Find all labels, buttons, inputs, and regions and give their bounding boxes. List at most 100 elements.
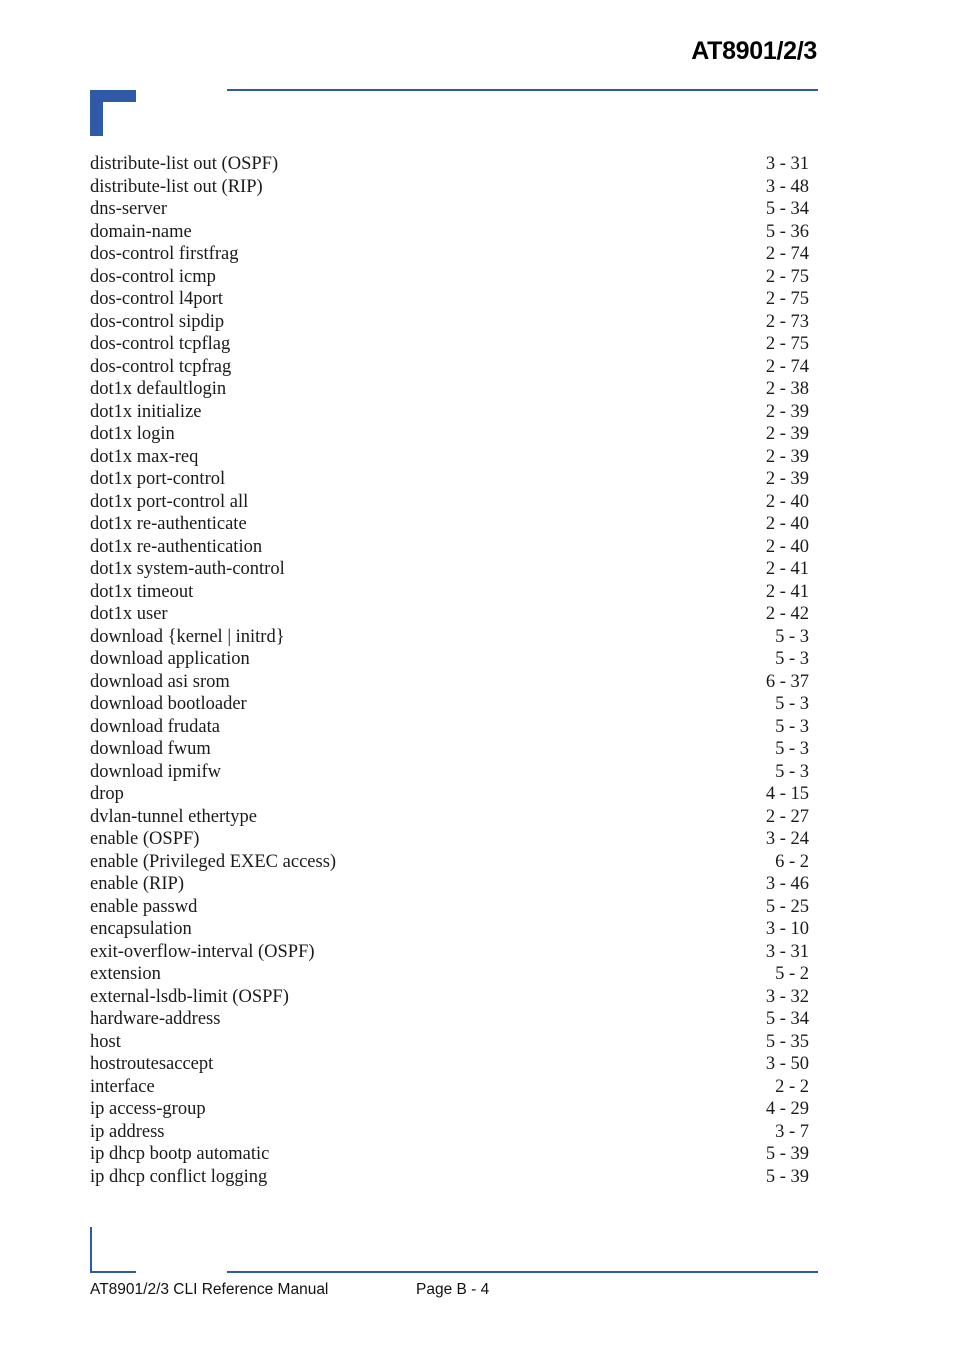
- index-page-ref: 4 - 15: [765, 784, 809, 804]
- index-term: dos-control sipdip: [90, 311, 225, 332]
- index-page-ref: 5 - 2: [775, 964, 809, 984]
- index-entry: domain-name 5 - 36: [90, 221, 809, 244]
- index-entry: dos-control firstfrag 2 - 74: [90, 243, 809, 266]
- index-page-ref: 2 - 40: [765, 536, 809, 557]
- index-term: interface: [90, 1076, 155, 1097]
- index-page-ref: 5 - 3: [775, 739, 809, 759]
- index-term: hardware-address: [90, 1009, 221, 1029]
- index-entry: dns-server 5 - 34: [90, 198, 809, 221]
- index-page-ref: 3 - 50: [765, 1054, 809, 1074]
- index-page-ref: 3 - 31: [765, 941, 809, 962]
- index-entry: dot1x re-authentication 2 - 40: [90, 536, 809, 559]
- index-list: distribute-list out (OSPF) 3 - 31 distribu…: [90, 153, 809, 1188]
- index-page-ref: 3 - 31: [765, 154, 809, 174]
- index-page-ref: 3 - 10: [765, 919, 809, 939]
- index-page-ref: 6 - 37: [765, 671, 809, 692]
- index-term: extension: [90, 964, 161, 984]
- index-entry: exit-overflow-interval (OSPF) 3 - 31: [90, 941, 809, 964]
- index-entry: dot1x login 2 - 39: [90, 423, 809, 446]
- index-term: distribute-list out (RIP): [90, 176, 263, 197]
- index-term: download ipmifw: [90, 761, 222, 782]
- index-entry: dot1x initialize 2 - 39: [90, 401, 809, 424]
- index-entry: dot1x re-authenticate 2 - 40: [90, 513, 809, 536]
- index-page-ref: 2 - 41: [765, 559, 809, 579]
- index-entry: ip address 3 - 7: [90, 1121, 809, 1144]
- index-entry: external-lsdb-limit (OSPF) 3 - 32: [90, 986, 809, 1009]
- index-page-ref: 2 - 27: [765, 806, 809, 827]
- index-term: domain-name: [90, 221, 192, 242]
- index-page-ref: 5 - 36: [765, 221, 809, 242]
- index-term: ip dhcp bootp automatic: [90, 1144, 270, 1164]
- index-entry: dot1x defaultlogin 2 - 38: [90, 378, 809, 401]
- index-entry: host 5 - 35: [90, 1031, 809, 1054]
- index-entry: dos-control sipdip 2 - 73: [90, 311, 809, 334]
- index-term: dos-control tcpflag: [90, 334, 231, 354]
- index-term: external-lsdb-limit (OSPF): [90, 986, 289, 1007]
- index-term: enable (Privileged EXEC access): [90, 851, 337, 872]
- index-entry: drop 4 - 15: [90, 783, 809, 806]
- index-entry: distribute-list out (OSPF) 3 - 31: [90, 153, 809, 176]
- index-page-ref: 5 - 3: [775, 716, 809, 737]
- index-entry: download bootloader 5 - 3: [90, 693, 809, 716]
- index-page-ref: 3 - 48: [765, 176, 809, 197]
- index-page-ref: 5 - 34: [765, 199, 809, 219]
- index-entry: dos-control tcpfrag 2 - 74: [90, 356, 809, 379]
- corner-mark-bottom: [90, 1271, 136, 1273]
- index-term: download frudata: [90, 716, 220, 737]
- index-entry: dot1x user 2 - 42: [90, 603, 809, 626]
- index-entry: hardware-address 5 - 34: [90, 1008, 809, 1031]
- index-term: hostroutesaccept: [90, 1054, 214, 1074]
- index-page-ref: 2 - 39: [765, 424, 809, 444]
- index-entry: dos-control tcpflag 2 - 75: [90, 333, 809, 356]
- index-term: ip access-group: [90, 1099, 206, 1119]
- index-term: dot1x port-control all: [90, 491, 249, 512]
- index-term: dot1x max-req: [90, 446, 199, 467]
- index-term: host: [90, 1031, 121, 1052]
- index-page-ref: 5 - 39: [765, 1166, 809, 1187]
- index-term: distribute-list out (OSPF): [90, 154, 279, 174]
- index-page-ref: 5 - 3: [775, 649, 809, 669]
- index-page-ref: 2 - 40: [765, 491, 809, 512]
- index-page-ref: 5 - 3: [775, 694, 809, 714]
- index-page-ref: 2 - 39: [765, 469, 809, 489]
- index-entry: hostroutesaccept 3 - 50: [90, 1053, 809, 1076]
- index-entry: dos-control l4port 2 - 75: [90, 288, 809, 311]
- index-term: enable (OSPF): [90, 829, 200, 849]
- index-term: ip dhcp conflict logging: [90, 1166, 268, 1187]
- index-term: dos-control firstfrag: [90, 244, 239, 264]
- index-page-ref: 3 - 32: [765, 986, 809, 1007]
- index-term: drop: [90, 784, 124, 804]
- index-term: dot1x initialize: [90, 401, 202, 422]
- index-page-ref: 2 - 41: [765, 581, 809, 602]
- corner-mark-top-vertical: [90, 90, 103, 136]
- index-page-ref: 3 - 46: [765, 874, 809, 894]
- index-term: dot1x timeout: [90, 581, 194, 602]
- index-entry: ip dhcp bootp automatic 5 - 39: [90, 1143, 809, 1166]
- index-entry: dot1x port-control all 2 - 40: [90, 491, 809, 514]
- index-entry: enable (Privileged EXEC access) 6 - 2: [90, 851, 809, 874]
- index-entry: ip access-group 4 - 29: [90, 1098, 809, 1121]
- index-entry: dot1x max-req 2 - 39: [90, 446, 809, 469]
- index-page-ref: 5 - 3: [775, 626, 809, 647]
- index-entry: download frudata 5 - 3: [90, 716, 809, 739]
- index-page-ref: 2 - 75: [765, 334, 809, 354]
- footer-page-number: Page B - 4: [416, 1281, 490, 1298]
- index-entry: dot1x system-auth-control 2 - 41: [90, 558, 809, 581]
- footer-manual-title: AT8901/2/3 CLI Reference Manual: [90, 1281, 329, 1298]
- index-page-ref: 2 - 39: [765, 401, 809, 422]
- index-page-ref: 5 - 25: [765, 896, 809, 917]
- index-page-ref: 5 - 39: [765, 1144, 809, 1164]
- index-term: dot1x login: [90, 424, 175, 444]
- index-page-ref: 2 - 39: [765, 446, 809, 467]
- index-term: dot1x re-authentication: [90, 536, 263, 557]
- index-entry: download fwum 5 - 3: [90, 738, 809, 761]
- index-entry: extension 5 - 2: [90, 963, 809, 986]
- index-page-ref: 2 - 75: [765, 266, 809, 287]
- index-page-ref: 6 - 2: [775, 851, 809, 872]
- index-entry: dot1x timeout 2 - 41: [90, 581, 809, 604]
- index-term: ip address: [90, 1121, 165, 1142]
- index-term: dos-control icmp: [90, 266, 216, 287]
- index-term: dot1x user: [90, 604, 168, 624]
- index-entry: download ipmifw 5 - 3: [90, 761, 809, 784]
- index-page-ref: 2 - 38: [765, 379, 809, 399]
